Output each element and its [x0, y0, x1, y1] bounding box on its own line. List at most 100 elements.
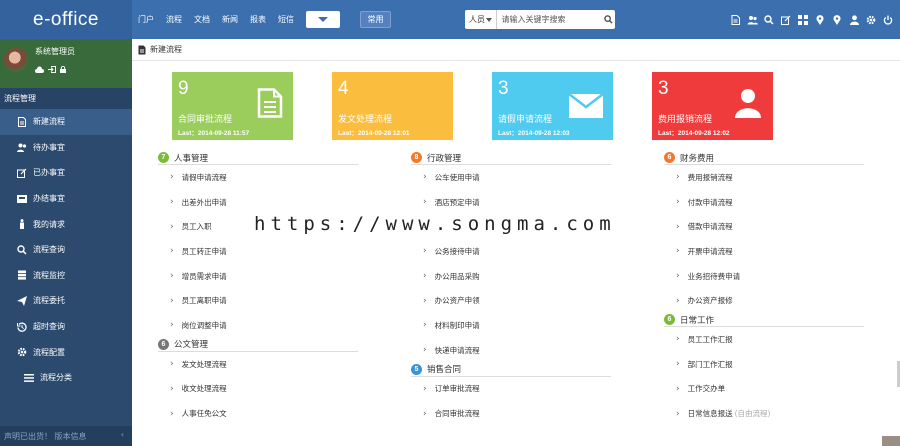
common-button[interactable]: 常用 [360, 11, 391, 28]
collapse-icon[interactable]: ‹ [121, 430, 124, 439]
sidebar-item-categories[interactable]: 流程分类 [0, 365, 132, 391]
nav-reports[interactable]: 报表 [250, 14, 266, 25]
flow-link[interactable]: › 增员需求申请 [158, 264, 358, 289]
tile-dispatch[interactable]: 4 发文处理流程 Last：2014-09-28 12:01 [332, 72, 453, 140]
flow-link-label: 订单审批流程 [434, 384, 480, 394]
flow-link[interactable]: › 付款申请流程 [664, 190, 864, 215]
sidebar-item-delegate[interactable]: 流程委托 [0, 288, 132, 314]
sidebar-item-label: 新建流程 [33, 117, 65, 127]
cloud-icon[interactable] [35, 66, 44, 73]
flow-link[interactable]: › 公务接待申请 [411, 239, 611, 264]
section-title: 销售合同 [427, 365, 462, 375]
section-header-finance: 6 财务费用 [664, 151, 864, 165]
nav-flow[interactable]: 流程 [166, 14, 182, 25]
search-icon[interactable] [602, 10, 615, 29]
section-count: 8 [411, 152, 422, 163]
chevron-right-icon: › [170, 172, 174, 183]
doc-icon[interactable] [727, 12, 743, 28]
flow-link[interactable]: › 工作交办单 [664, 377, 864, 402]
location-icon[interactable] [812, 12, 828, 28]
section-column-1: 7 人事管理 › 请假申请流程 › 出差外出申请 › 员工入职 › 员工转正申请 › 增员… [158, 151, 358, 426]
flow-link[interactable]: › 发文处理流程 [158, 352, 358, 377]
document-icon [17, 116, 27, 127]
flow-link[interactable]: › 办公资产申领 [411, 288, 611, 313]
flow-link[interactable]: › 部门工作汇报 [664, 352, 864, 377]
tile-expense[interactable]: 3 费用报销流程 Last：2014-09-28 12:02 [652, 72, 773, 140]
sidebar-item-new-flow[interactable]: 新建流程 [0, 109, 132, 135]
sidebar-section-title: 流程管理 [0, 88, 132, 109]
flow-link-label: 出差外出申请 [181, 197, 227, 207]
flow-link-label: 员工离职申请 [181, 296, 227, 306]
flow-link[interactable]: › 业务招待费申请 [664, 264, 864, 289]
sidebar-item-monitor[interactable]: 流程监控 [0, 263, 132, 289]
section-title: 人事管理 [174, 153, 209, 164]
more-dropdown-button[interactable] [306, 11, 340, 28]
section-column-3: 6 财务费用 › 费用报销流程 › 付款申请流程 › 借款申请流程 › 开票申请流程 ›… [664, 151, 864, 426]
chevron-right-icon: › [423, 320, 427, 331]
power-icon[interactable] [880, 12, 896, 28]
user-icon[interactable] [846, 12, 862, 28]
flow-link[interactable]: › 材料制印申请 [411, 313, 611, 338]
footer-text[interactable]: 声明已出货！ 版本信息 [4, 431, 87, 442]
nav-sms[interactable]: 短信 [278, 14, 294, 25]
chevron-right-icon: › [423, 408, 427, 419]
chevron-right-icon: › [676, 334, 680, 345]
search-icon[interactable] [761, 12, 777, 28]
nav-news[interactable]: 新闻 [222, 14, 238, 25]
flow-link[interactable]: › 开票申请流程 [664, 239, 864, 264]
avatar[interactable] [4, 48, 28, 72]
flow-link-label: 合同审批流程 [434, 409, 480, 419]
scrollbar-thumb[interactable] [882, 436, 900, 446]
flow-link[interactable]: › 公车使用申请 [411, 165, 611, 190]
sidebar-item-timeout[interactable]: 超时查询 [0, 314, 132, 340]
logout-icon[interactable] [48, 66, 56, 73]
nav-portal[interactable]: 门户 [138, 14, 154, 25]
flow-link[interactable]: › 员工离职申请 [158, 288, 358, 313]
sidebar-item-finished[interactable]: 办结事宜 [0, 186, 132, 212]
grid-icon[interactable] [795, 12, 811, 28]
flow-link[interactable]: › 收文处理流程 [158, 377, 358, 402]
search-input[interactable] [497, 11, 603, 28]
user-tools [35, 66, 70, 73]
flow-link[interactable]: › 员工入职 [158, 214, 358, 239]
flow-link[interactable]: › 合同审批流程 [411, 401, 611, 426]
users-icon[interactable] [744, 12, 760, 28]
flow-link[interactable]: › 订单审批流程 [411, 377, 611, 402]
app-logo[interactable]: e-office [0, 0, 132, 39]
flow-link[interactable]: › 酒店预定申请 [411, 190, 611, 215]
flow-link[interactable]: › 办公用品采购 [411, 264, 611, 289]
chevron-right-icon: › [423, 246, 427, 257]
gear-icon[interactable] [863, 12, 879, 28]
history-icon [17, 322, 27, 332]
search-type-select[interactable]: 人员 [465, 10, 498, 29]
flow-link[interactable]: › 岗位调整申请 [158, 313, 358, 338]
tile-contract[interactable]: 9 合同审批流程 Last：2014-09-28 11:57 [172, 72, 293, 140]
flow-link[interactable]: › 办公资产报修 [664, 288, 864, 313]
top-icon-bar [726, 0, 896, 39]
chevron-right-icon: › [170, 295, 174, 306]
flow-link[interactable]: › 人事任免公文 [158, 401, 358, 426]
nav-docs[interactable]: 文档 [194, 14, 210, 25]
sidebar-item-config[interactable]: 流程配置 [0, 339, 132, 365]
flow-link[interactable]: › 费用报销流程 [664, 165, 864, 190]
flow-link[interactable]: › 借款申请流程 [664, 214, 864, 239]
flow-link[interactable]: › [411, 214, 611, 239]
flow-link[interactable]: › 出差外出申请 [158, 190, 358, 215]
sidebar-item-done[interactable]: 已办事宜 [0, 160, 132, 186]
edit-icon[interactable] [778, 12, 794, 28]
main-content: 新建流程 9 合同审批流程 Last：2014-09-28 11:57 4 发文… [132, 39, 900, 446]
flow-link[interactable]: › 请假申请流程 [158, 165, 358, 190]
flow-link[interactable]: › 快递申请流程 [411, 338, 611, 363]
lock-icon[interactable] [60, 66, 66, 73]
chevron-right-icon: › [676, 172, 680, 183]
tile-leave[interactable]: 3 请假申请流程 Last：2014-09-28 12:03 [492, 72, 613, 140]
location-icon[interactable] [829, 12, 845, 28]
sidebar-item-query[interactable]: 流程查询 [0, 237, 132, 263]
chevron-right-icon: › [423, 172, 427, 183]
flow-link-label: 请假申请流程 [181, 172, 227, 182]
flow-link[interactable]: › 员工工作汇报 [664, 327, 864, 352]
flow-link[interactable]: › 日常信息报送 (自由流程) [664, 401, 864, 426]
flow-link[interactable]: › 员工转正申请 [158, 239, 358, 264]
sidebar-item-todo[interactable]: 待办事宜 [0, 135, 132, 161]
sidebar-item-my-requests[interactable]: 我的请求 [0, 211, 132, 237]
